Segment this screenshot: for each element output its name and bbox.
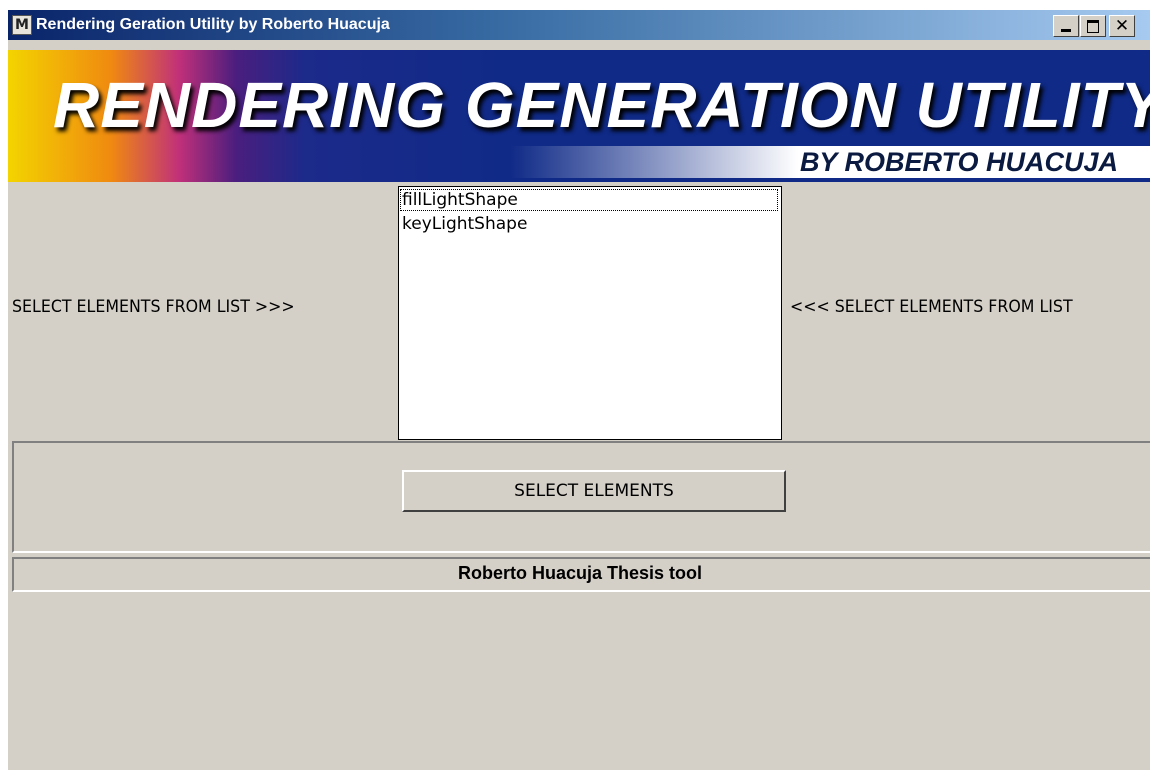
close-button[interactable]: ✕: [1109, 15, 1135, 37]
list-item[interactable]: fillLightShape: [400, 189, 778, 211]
banner-title: RENDERING GENERATION UTILITY: [53, 69, 1150, 141]
maximize-button[interactable]: [1080, 15, 1106, 37]
elements-listbox[interactable]: fillLightShape keyLightShape: [398, 186, 782, 440]
window-title: Rendering Geration Utility by Roberto Hu…: [36, 16, 390, 33]
close-icon: ✕: [1114, 16, 1130, 36]
banner-subtitle: BY ROBERTO HUACUJA: [799, 147, 1118, 177]
status-text: Roberto Huacuja Thesis tool: [457, 563, 703, 583]
app-icon[interactable]: M: [12, 15, 32, 35]
status-bar: Roberto Huacuja Thesis tool: [12, 557, 1150, 592]
select-elements-button[interactable]: SELECT ELEMENTS: [402, 470, 786, 512]
left-instruction-label: SELECT ELEMENTS FROM LIST >>>: [12, 297, 295, 317]
header-banner: RENDERING GENERATION UTILITY BY ROBERTO …: [8, 50, 1150, 182]
minimize-button[interactable]: [1053, 15, 1079, 37]
list-item[interactable]: keyLightShape: [400, 213, 529, 235]
app-window: M Rendering Geration Utility by Roberto …: [6, 8, 1150, 770]
right-instruction-label: <<< SELECT ELEMENTS FROM LIST: [790, 297, 1073, 317]
title-bar[interactable]: M Rendering Geration Utility by Roberto …: [8, 10, 1150, 40]
